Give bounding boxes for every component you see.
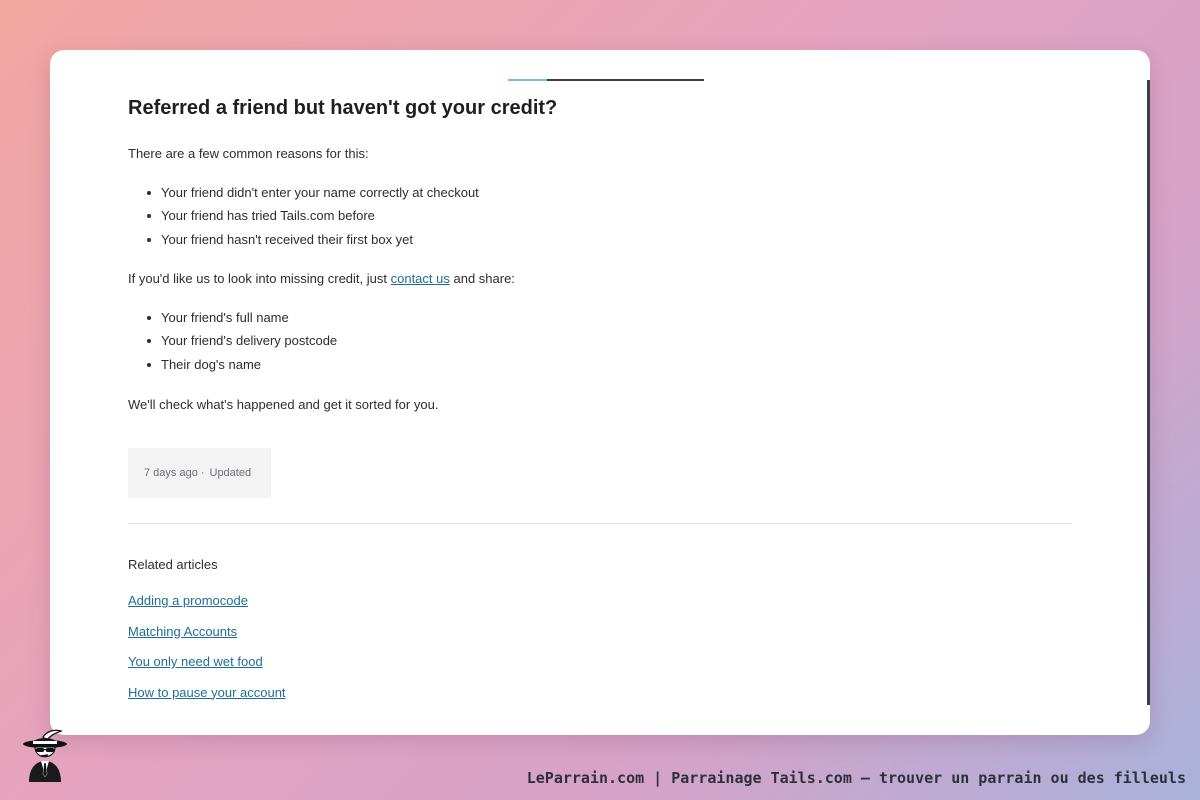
footer-caption: LeParrain.com | Parrainage Tails.com — t… — [526, 769, 1186, 787]
list-item: Your friend hasn't received their first … — [128, 231, 479, 254]
closing-paragraph: We'll check what's happened and get it s… — [128, 397, 439, 412]
list-item: Your friend didn't enter your name corre… — [128, 184, 479, 207]
related-article-link[interactable]: Adding a promocode — [128, 593, 248, 608]
related-article-item: Adding a promocode — [128, 592, 286, 623]
related-articles-list: Adding a promocode Matching Accounts You… — [128, 592, 286, 714]
updated-age: 7 days ago — [144, 467, 198, 479]
section-divider — [128, 523, 1072, 524]
related-article-link[interactable]: You only need wet food — [128, 654, 263, 669]
article-meta-box: 7 days ago · Updated — [128, 448, 271, 498]
list-item: Your friend has tried Tails.com before — [128, 207, 479, 230]
article-title: Referred a friend but haven't got your c… — [128, 97, 558, 119]
meta-separator: · — [200, 467, 205, 479]
related-articles-heading: Related articles — [128, 557, 218, 572]
related-article-item: You only need wet food — [128, 653, 286, 684]
related-article-item: How to pause your account — [128, 684, 286, 715]
list-item: Your friend's full name — [128, 309, 337, 332]
contact-paragraph: If you'd like us to look into missing cr… — [128, 271, 515, 286]
contact-suffix: and share: — [449, 271, 515, 286]
list-item: Your friend's delivery postcode — [128, 332, 337, 355]
article-intro: There are a few common reasons for this: — [128, 146, 369, 161]
related-article-link[interactable]: How to pause your account — [128, 685, 286, 700]
contact-us-link[interactable]: contact us — [391, 271, 450, 286]
reading-progress-fill — [508, 79, 548, 81]
related-article-item: Matching Accounts — [128, 623, 286, 654]
article-card: Referred a friend but haven't got your c… — [50, 50, 1150, 735]
details-list: Your friend's full name Your friend's de… — [128, 309, 337, 379]
contact-prefix: If you'd like us to look into missing cr… — [128, 271, 391, 286]
updated-status: Updated — [209, 467, 252, 479]
gangster-mascot-icon — [23, 729, 67, 782]
scrollbar[interactable] — [1147, 80, 1150, 705]
reading-progress-bar — [508, 79, 704, 81]
reasons-list: Your friend didn't enter your name corre… — [128, 184, 479, 254]
related-article-link[interactable]: Matching Accounts — [128, 624, 237, 639]
list-item: Their dog's name — [128, 356, 337, 379]
